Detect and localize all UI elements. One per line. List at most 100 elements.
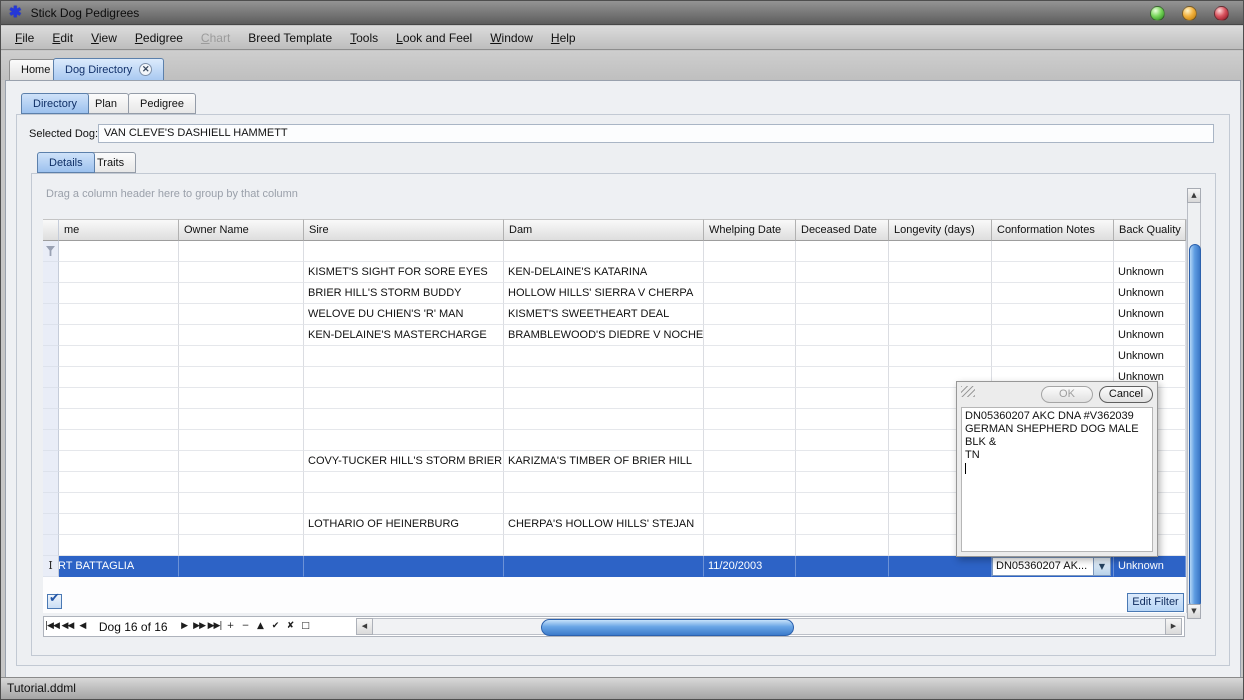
row-indicator[interactable]: [43, 451, 59, 472]
grid-cell[interactable]: [179, 514, 304, 535]
row-indicator[interactable]: I: [43, 556, 59, 577]
row-indicator[interactable]: [43, 304, 59, 325]
tab-dog-directory[interactable]: Dog Directory ✕: [53, 58, 164, 80]
tab-plan[interactable]: Plan: [83, 93, 129, 114]
row-indicator[interactable]: [43, 493, 59, 514]
grid-cell[interactable]: [304, 493, 504, 514]
grid-cell[interactable]: [992, 241, 1114, 262]
menu-file[interactable]: File: [6, 28, 43, 48]
grid-cell[interactable]: LOTHARIO OF HEINERBURG: [304, 514, 504, 535]
grid-cell[interactable]: [179, 493, 304, 514]
grid-cell[interactable]: [179, 304, 304, 325]
grid-cell[interactable]: [179, 346, 304, 367]
grid-cell[interactable]: HOLLOW HILLS' SIERRA V CHERPA: [504, 283, 704, 304]
grid-cell[interactable]: [179, 556, 304, 577]
row-indicator[interactable]: [43, 283, 59, 304]
scroll-down-icon[interactable]: ▼: [1187, 604, 1201, 619]
menu-window[interactable]: Window: [481, 28, 542, 48]
grid-cell[interactable]: [889, 262, 992, 283]
memo-textarea[interactable]: DN05360207 AKC DNA #V362039 GERMAN SHEPH…: [961, 407, 1153, 552]
grid-cell[interactable]: [796, 430, 889, 451]
row-indicator[interactable]: [43, 346, 59, 367]
filter-enabled-checkbox[interactable]: ✔: [47, 594, 62, 609]
column-header-deceased-date[interactable]: Deceased Date: [796, 219, 889, 241]
grid-cell[interactable]: DN05360207 AK...▼: [992, 556, 1114, 577]
grid-cell[interactable]: KEN-DELAINE'S KATARINA: [504, 262, 704, 283]
selected-dog-field[interactable]: VAN CLEVE'S DASHIELL HAMMETT: [98, 124, 1214, 143]
grid-cell[interactable]: [796, 493, 889, 514]
edit-filter-button[interactable]: Edit Filter: [1127, 593, 1184, 612]
grid-cell[interactable]: [704, 388, 796, 409]
column-header-me[interactable]: me: [59, 219, 179, 241]
dropdown-arrow-icon[interactable]: ▼: [1094, 557, 1111, 576]
grid-cell[interactable]: Unknown: [1114, 325, 1186, 346]
grid-cell[interactable]: [59, 367, 179, 388]
scroll-left-icon[interactable]: ◀: [356, 618, 373, 635]
grid-cell[interactable]: [504, 409, 704, 430]
grid-cell[interactable]: [704, 472, 796, 493]
nav-cancel-edit-icon[interactable]: ✘: [282, 617, 297, 636]
grid-cell[interactable]: RT BATTAGLIA: [59, 556, 179, 577]
tab-pedigree[interactable]: Pedigree: [128, 93, 196, 114]
row-indicator[interactable]: [43, 241, 59, 262]
grid-cell[interactable]: [796, 535, 889, 556]
grid-cell[interactable]: Unknown: [1114, 556, 1186, 577]
nav-last-icon[interactable]: ▶▶|: [207, 617, 223, 636]
menu-look-and-feel[interactable]: Look and Feel: [387, 28, 481, 48]
tab-details[interactable]: Details: [37, 152, 95, 173]
grid-cell[interactable]: [304, 472, 504, 493]
grid-cell[interactable]: [59, 535, 179, 556]
grid-cell[interactable]: [504, 367, 704, 388]
grid-cell[interactable]: Unknown: [1114, 346, 1186, 367]
scroll-right-icon[interactable]: ▶: [1165, 618, 1182, 635]
grid-cell[interactable]: [304, 367, 504, 388]
grid-cell[interactable]: [704, 325, 796, 346]
grid-cell[interactable]: [504, 535, 704, 556]
menu-pedigree[interactable]: Pedigree: [126, 28, 192, 48]
grid-cell[interactable]: [796, 514, 889, 535]
grid-cell[interactable]: [59, 472, 179, 493]
grid-cell[interactable]: [179, 283, 304, 304]
grid-cell[interactable]: [59, 241, 179, 262]
column-header-owner-name[interactable]: Owner Name: [179, 219, 304, 241]
grid-cell[interactable]: [796, 367, 889, 388]
grid-cell[interactable]: [59, 346, 179, 367]
grid-cell[interactable]: [59, 325, 179, 346]
row-indicator[interactable]: [43, 514, 59, 535]
grid-cell[interactable]: [179, 451, 304, 472]
grid-cell[interactable]: [992, 262, 1114, 283]
nav-prior-page-icon[interactable]: ◀◀: [60, 617, 75, 636]
row-indicator[interactable]: [43, 409, 59, 430]
conformation-notes-input[interactable]: DN05360207 AK...: [992, 557, 1094, 576]
grid-cell[interactable]: KISMET'S SIGHT FOR SORE EYES: [304, 262, 504, 283]
grid-cell[interactable]: [889, 346, 992, 367]
grid-cell[interactable]: [796, 556, 889, 577]
row-indicator[interactable]: [43, 472, 59, 493]
grid-cell[interactable]: [704, 451, 796, 472]
grid-cell[interactable]: [179, 430, 304, 451]
grid-cell[interactable]: [796, 388, 889, 409]
grid-cell[interactable]: [59, 388, 179, 409]
grid-cell[interactable]: Unknown: [1114, 262, 1186, 283]
column-header-conformation-notes[interactable]: Conformation Notes: [992, 219, 1114, 241]
cancel-button[interactable]: Cancel: [1099, 386, 1153, 403]
grid-cell[interactable]: KEN-DELAINE'S MASTERCHARGE: [304, 325, 504, 346]
column-header-sire[interactable]: Sire: [304, 219, 504, 241]
menu-tools[interactable]: Tools: [341, 28, 387, 48]
grid-cell[interactable]: [704, 430, 796, 451]
menu-edit[interactable]: Edit: [43, 28, 82, 48]
resize-grip-icon[interactable]: [961, 386, 975, 397]
grid-cell[interactable]: [504, 493, 704, 514]
grid-cell[interactable]: 11/20/2003: [704, 556, 796, 577]
grid-cell[interactable]: KARIZMA'S TIMBER OF BRIER HILL: [504, 451, 704, 472]
grid-cell[interactable]: [704, 304, 796, 325]
grid-cell[interactable]: [179, 262, 304, 283]
grid-cell[interactable]: [796, 262, 889, 283]
grid-cell[interactable]: CHERPA'S HOLLOW HILLS' STEJAN: [504, 514, 704, 535]
grid-cell[interactable]: [504, 388, 704, 409]
column-header-longevity-days[interactable]: Longevity (days): [889, 219, 992, 241]
grid-cell[interactable]: [992, 325, 1114, 346]
nav-next-icon[interactable]: ▶: [177, 617, 192, 636]
grid-cell[interactable]: [889, 283, 992, 304]
scroll-up-icon[interactable]: ▲: [1187, 188, 1201, 203]
